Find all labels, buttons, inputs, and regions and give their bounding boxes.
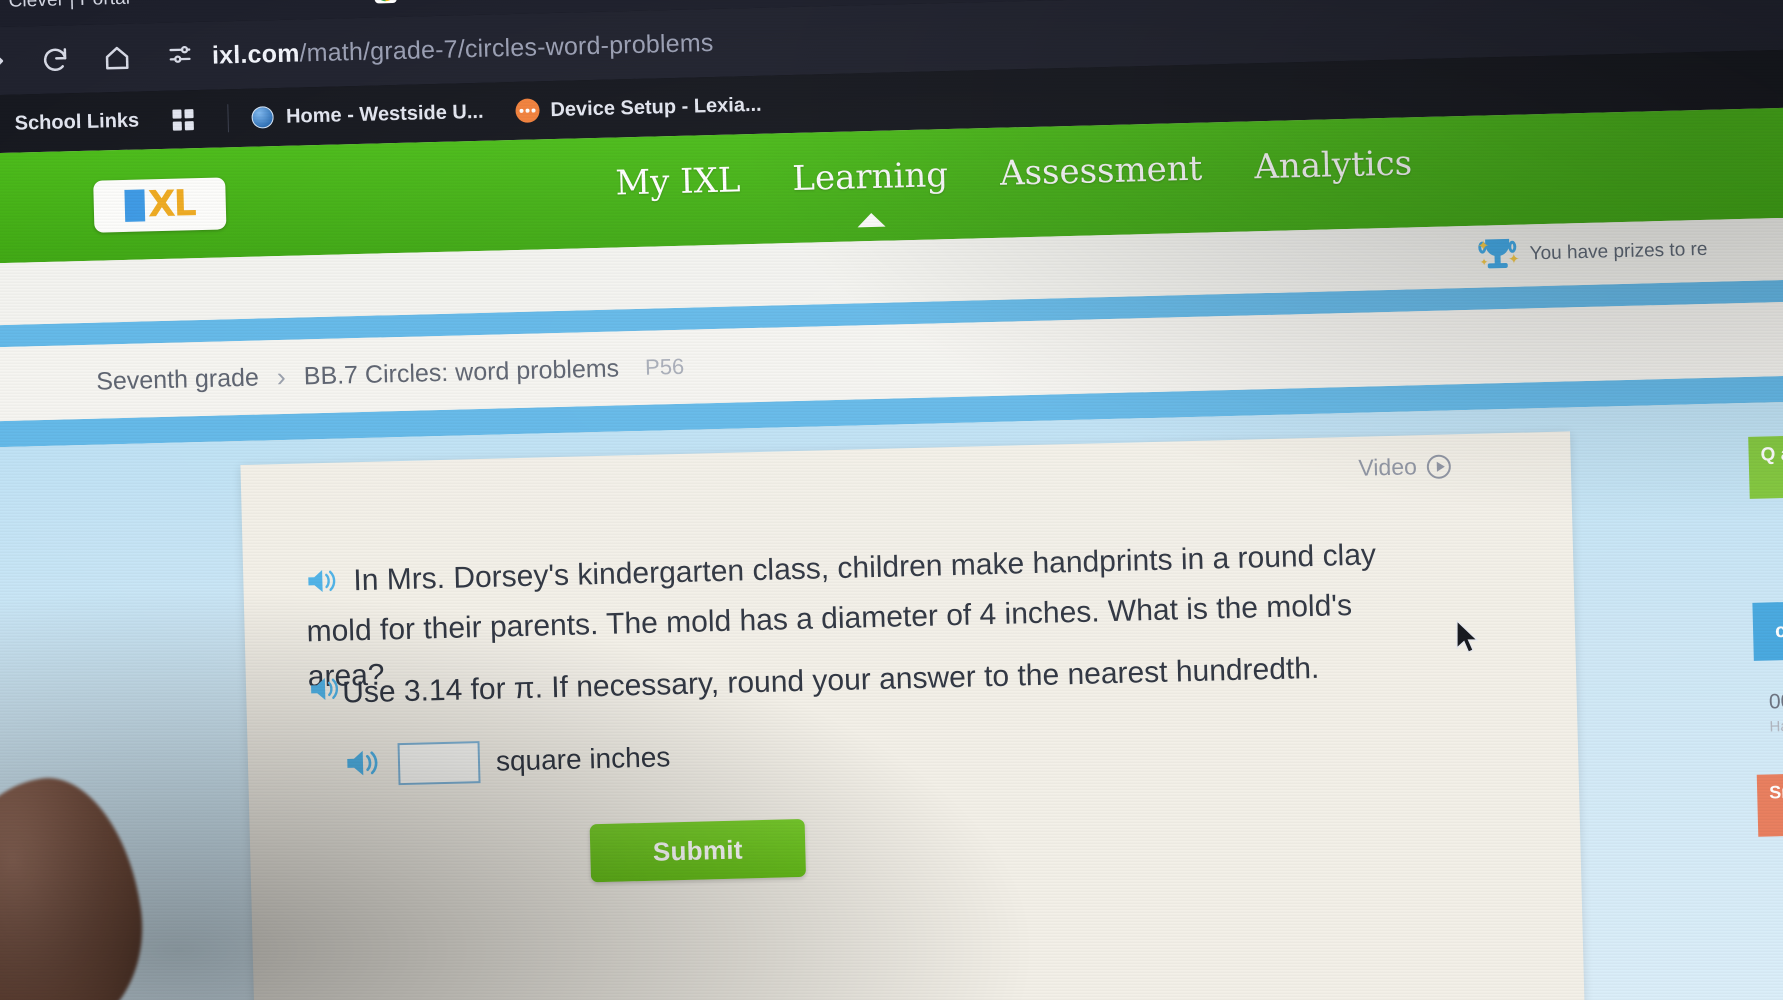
- page-settings-icon[interactable]: [166, 40, 195, 74]
- nav-item-learning[interactable]: Learning: [792, 155, 949, 199]
- bookmark-label: Device Setup - Lexia...: [550, 93, 762, 121]
- bookmark-label: Home - Westside U...: [285, 100, 484, 128]
- nav-item-assessment[interactable]: Assessment: [999, 149, 1202, 194]
- video-link[interactable]: Video: [1358, 452, 1452, 481]
- answer-unit-label: square inches: [495, 741, 671, 777]
- rail-questions-badge[interactable]: Q ar: [1748, 434, 1783, 499]
- reload-icon[interactable]: [23, 28, 87, 92]
- mouse-cursor: [1455, 619, 1481, 661]
- arrow-right-icon[interactable]: [0, 29, 25, 93]
- breadcrumb-skill-code: P56: [644, 353, 685, 380]
- rail-blue-badge[interactable]: c: [1752, 600, 1783, 661]
- ixl-logo[interactable]: XL: [93, 177, 227, 233]
- play-circle-icon[interactable]: [1426, 453, 1452, 479]
- bookmark-home-westside[interactable]: Home - Westside U...: [235, 90, 500, 139]
- tab-title: Clever | Portal: [8, 0, 130, 13]
- bookmark-school-links[interactable]: School Links: [0, 99, 156, 146]
- question-card: Video In Mrs. Dorsey's kindergarten clas…: [240, 431, 1587, 1000]
- url-text: ixl.com/math/grade-7/circles-word-proble…: [212, 28, 714, 70]
- breadcrumb-grade[interactable]: Seventh grade: [96, 363, 259, 396]
- speaker-icon[interactable]: [308, 675, 343, 712]
- answer-input[interactable]: [397, 741, 481, 786]
- close-icon[interactable]: ×: [300, 0, 330, 6]
- browser-window: C Clever | Portal × happy birthday drawi…: [0, 0, 1783, 1000]
- home-icon[interactable]: [85, 26, 149, 90]
- page-body: Video In Mrs. Dorsey's kindergarten clas…: [0, 400, 1783, 1000]
- nav-item-my-ixl[interactable]: My IXL: [615, 160, 741, 203]
- logo-i-block: [124, 189, 146, 222]
- screen-photograph: C Clever | Portal × happy birthday drawi…: [0, 0, 1783, 1000]
- globe-icon: [251, 105, 276, 130]
- folder-icon: [0, 112, 4, 137]
- chevron-right-icon: ›: [276, 361, 287, 392]
- ixl-page: XL My IXL Learning Assessment Analytics …: [0, 106, 1783, 1000]
- trophy-icon: ✦ ✦ ✦: [1477, 237, 1520, 269]
- bookmark-divider: [227, 104, 230, 133]
- bookmark-apps-grid[interactable]: [155, 97, 223, 141]
- rail-score-sub: Ha: [1769, 717, 1783, 736]
- url-path: /math/grade-7/circles-word-problems: [299, 28, 714, 67]
- submit-button[interactable]: Submit: [589, 818, 807, 883]
- google-icon: [374, 0, 397, 4]
- speaker-icon[interactable]: [305, 563, 340, 609]
- rail-score: 00 Ha: [1755, 688, 1783, 736]
- video-label: Video: [1358, 453, 1418, 481]
- prize-banner[interactable]: ✦ ✦ ✦ You have prizes to re: [1477, 232, 1708, 274]
- bookmark-label: School Links: [14, 109, 140, 135]
- speaker-icon[interactable]: [344, 746, 383, 784]
- rail-smartscore-badge[interactable]: Sm out: [1756, 772, 1783, 837]
- url-host: ixl.com: [211, 38, 300, 70]
- rail-score-value: 00: [1768, 689, 1783, 714]
- lexia-dots-icon: [515, 98, 540, 123]
- breadcrumb-skill: BB.7 Circles: word problems: [303, 353, 620, 390]
- nav-item-analytics[interactable]: Analytics: [1254, 143, 1413, 187]
- answer-row: square inches: [344, 736, 671, 786]
- tab-title: happy birthday drawing with: [408, 0, 647, 3]
- bookmark-device-setup-lexia[interactable]: Device Setup - Lexia...: [499, 83, 778, 132]
- breadcrumb: Seventh grade › BB.7 Circles: word probl…: [96, 351, 685, 397]
- prize-banner-text: You have prizes to re: [1529, 238, 1708, 265]
- ixl-nav-menu: My IXL Learning Assessment Analytics: [615, 143, 1413, 203]
- apps-grid-icon: [171, 107, 196, 132]
- logo-xl-text: XL: [147, 183, 196, 226]
